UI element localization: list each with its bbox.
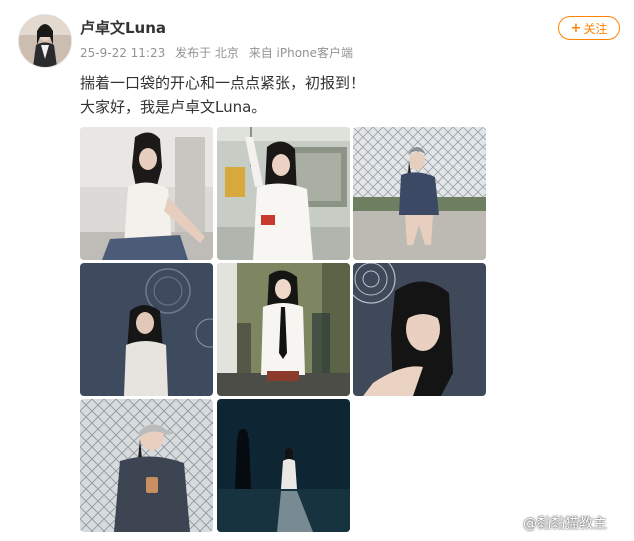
photo-2[interactable]	[217, 127, 350, 260]
photo-8[interactable]	[217, 399, 350, 532]
post-meta: 25-9-22 11:23 发布于 北京 来自 iPhone客户端	[80, 44, 359, 61]
plus-icon: +	[570, 20, 582, 36]
post-source: 来自 iPhone客户端	[248, 46, 354, 60]
post-text-line-2: 大家好，我是卢卓文Luna。	[80, 98, 267, 116]
post-text-line-1: 揣着一口袋的开心和一点点紧张，初报到！	[80, 74, 366, 92]
user-avatar[interactable]	[18, 14, 72, 68]
username[interactable]: 卢卓文Luna	[80, 17, 166, 38]
follow-label: 关注	[583, 21, 608, 36]
photo-6[interactable]	[353, 263, 486, 396]
post-location: 发布于 北京	[175, 46, 239, 60]
photo-3[interactable]	[353, 127, 486, 260]
follow-button[interactable]: + 关注	[558, 16, 620, 40]
watermark-text: @黏黏猫教主	[523, 516, 607, 532]
photo-7[interactable]	[80, 399, 213, 532]
post-timestamp[interactable]: 25-9-22 11:23	[80, 46, 165, 60]
weibo-watermark: @黏黏猫教主	[498, 513, 607, 533]
photo-5[interactable]	[217, 263, 350, 396]
photo-1[interactable]	[80, 127, 213, 260]
weibo-icon	[498, 515, 519, 532]
photo-4[interactable]	[80, 263, 213, 396]
